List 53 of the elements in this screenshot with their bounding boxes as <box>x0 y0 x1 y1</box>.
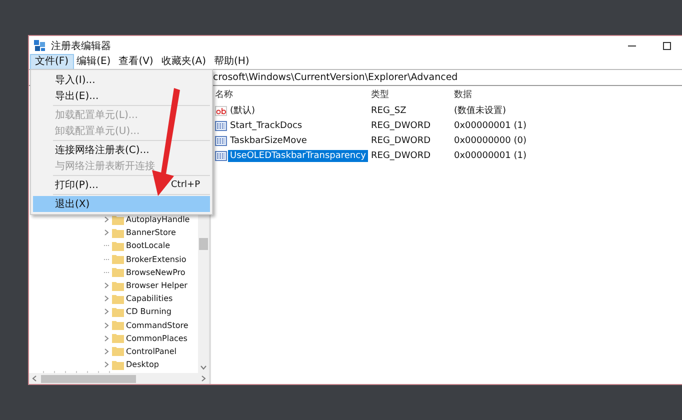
tree-item[interactable]: BootLocale <box>126 241 170 250</box>
menu-bar-item[interactable]: 编辑(E) <box>72 55 115 69</box>
tree-item[interactable]: Desktop <box>126 360 159 370</box>
menu-item[interactable]: 连接网络注册表(C)... <box>33 142 210 158</box>
value-data: 0x00000001 (1) <box>454 150 528 160</box>
value-name[interactable]: (默认) <box>228 103 258 118</box>
menu-bar-item[interactable]: 文件(F) <box>31 55 73 69</box>
scroll-right-icon[interactable] <box>201 375 206 382</box>
menu-item[interactable]: 导入(I)... <box>33 72 210 88</box>
tree-item[interactable]: BrowseNewPro <box>126 268 186 277</box>
binary-value-icon <box>215 136 227 146</box>
menu-bar-item[interactable]: 查看(V) <box>114 55 158 69</box>
string-value-icon <box>215 106 227 116</box>
value-data: 0x00000001 (1) <box>454 120 528 130</box>
horizontal-scrollbar[interactable] <box>29 373 209 384</box>
value-name[interactable]: TaskbarSizeMove <box>228 134 309 146</box>
scrollbar-thumb[interactable] <box>41 374 136 382</box>
scroll-down-icon[interactable] <box>200 365 207 370</box>
value-name[interactable]: UseOLEDTaskbarTransparency <box>228 150 368 162</box>
value-type: REG_DWORD <box>371 150 432 160</box>
menu-bar-item[interactable]: 帮助(H) <box>210 55 254 69</box>
tree-item[interactable]: Capabilities <box>126 294 173 304</box>
window-title: 注册表编辑器 <box>51 40 111 52</box>
maximize-icon <box>662 40 672 50</box>
tree-item[interactable]: Browser Helper <box>126 281 188 290</box>
scroll-left-icon[interactable] <box>32 375 37 382</box>
tree-item[interactable]: CommonPlaces <box>126 334 188 343</box>
scrollbar-thumb[interactable] <box>199 238 208 250</box>
value-type: REG_DWORD <box>371 120 432 130</box>
tree-item[interactable]: CD Burning <box>126 307 172 316</box>
value-type: REG_DWORD <box>371 136 432 146</box>
menu-item[interactable]: 打印(P)... Ctrl+P <box>33 177 210 193</box>
binary-value-icon <box>215 150 227 160</box>
tree-item[interactable]: BrokerExtensio <box>126 254 186 264</box>
tree-connector-icon <box>104 272 110 273</box>
value-type: REG_SZ <box>371 106 408 116</box>
value-name[interactable]: Start_TrackDocs <box>228 120 304 132</box>
tree-item[interactable]: BannerStore <box>126 228 176 238</box>
tree-item[interactable]: AutoplayHandle <box>126 215 190 224</box>
registry-icon <box>34 40 46 52</box>
column-header[interactable]: 类型 <box>371 88 454 101</box>
tree-connector-icon <box>104 245 110 246</box>
value-data: (数值未设置) <box>454 104 508 117</box>
tree-item[interactable]: ControlPanel <box>126 346 176 356</box>
column-header[interactable]: 数据 <box>454 88 574 101</box>
value-data: 0x00000000 (0) <box>454 136 528 146</box>
menu-item[interactable]: 导出(E)... <box>33 88 210 104</box>
binary-value-icon <box>215 120 227 130</box>
menu-bar-item[interactable]: 收藏夹(A) <box>157 55 210 69</box>
column-header[interactable]: 名称 <box>215 88 371 101</box>
tree-item[interactable]: CommandStore <box>126 320 188 330</box>
menu-item[interactable]: 退出(X) <box>33 196 210 212</box>
tree-connector-icon <box>104 258 110 260</box>
